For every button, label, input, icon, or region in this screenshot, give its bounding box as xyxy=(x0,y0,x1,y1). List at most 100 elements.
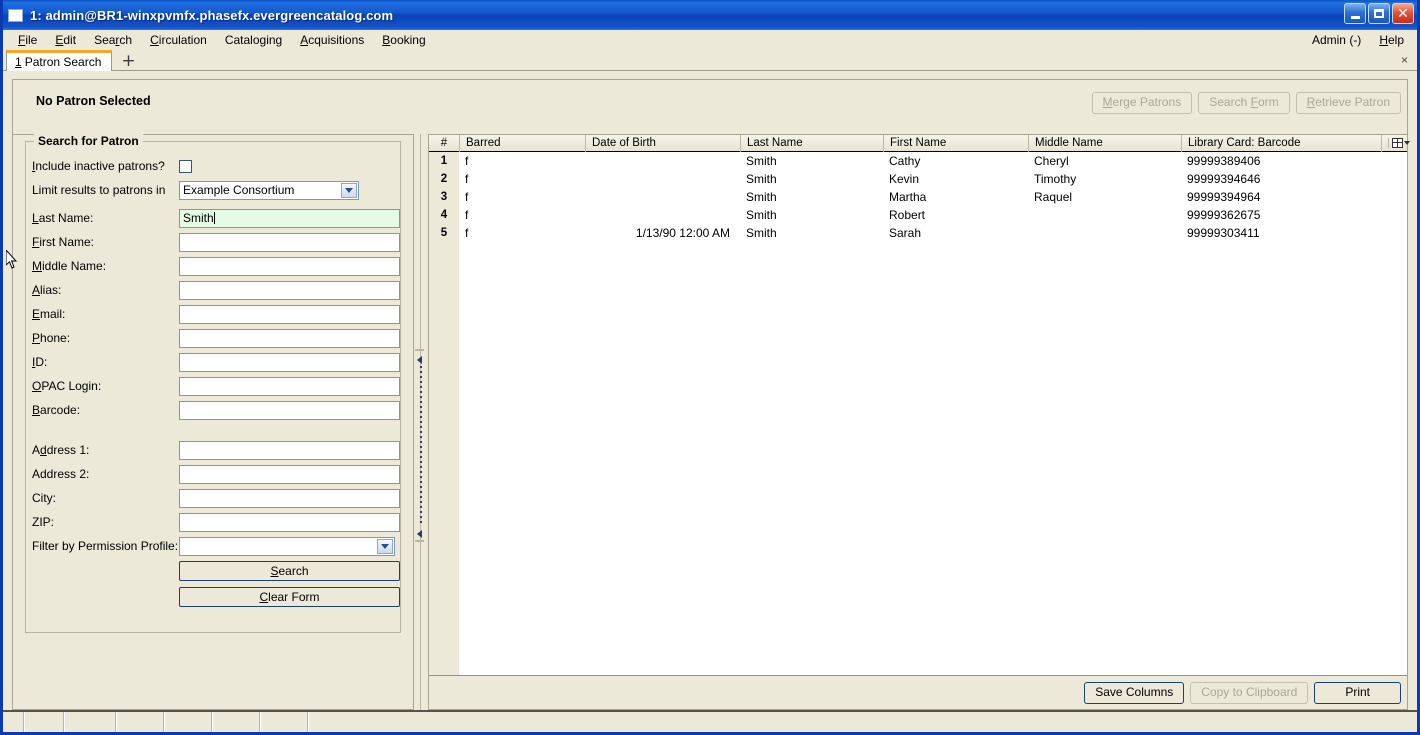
column-header-first[interactable]: First Name xyxy=(883,134,1028,152)
patron-search-form: Include inactive patrons? Limit results … xyxy=(26,154,400,610)
column-header-barred[interactable]: Barred xyxy=(459,134,585,152)
status-cell-main xyxy=(309,712,1417,732)
clear-form-button[interactable]: Clear Form xyxy=(179,587,400,607)
table-row[interactable]: 2 f Smith Kevin Timothy 99999394646 xyxy=(429,170,1407,188)
window-icon xyxy=(8,8,23,22)
search-for-patron-groupbox: Search for Patron Include inactive patro… xyxy=(25,134,401,633)
label-alias: Alias: xyxy=(32,283,62,297)
row-id: ID: xyxy=(26,350,400,374)
new-tab-button[interactable]: + xyxy=(121,53,135,70)
chevron-down-icon[interactable] xyxy=(377,538,393,554)
alias-input[interactable] xyxy=(179,280,400,300)
merge-patrons-button[interactable]: Merge Patrons xyxy=(1091,92,1193,114)
address-1-input[interactable] xyxy=(179,440,400,460)
menu-booking[interactable]: Booking xyxy=(373,32,434,48)
barcode-input[interactable] xyxy=(179,400,400,420)
label-zip: ZIP: xyxy=(32,515,55,529)
patron-status-title: No Patron Selected xyxy=(36,94,151,108)
search-form-button[interactable]: Search Form xyxy=(1198,92,1290,114)
column-header-dob[interactable]: Date of Birth xyxy=(585,134,740,152)
cell-idx: 4 xyxy=(429,206,459,224)
opac-login-input[interactable] xyxy=(179,376,400,396)
row-search-button: Search xyxy=(26,558,400,584)
collapse-left-icon-bottom[interactable] xyxy=(417,530,422,538)
phone-input[interactable] xyxy=(179,328,400,348)
menu-help[interactable]: Help xyxy=(1370,32,1413,48)
search-button[interactable]: Search xyxy=(179,561,400,581)
table-row[interactable]: 4 f Smith Robert 99999362675 xyxy=(429,206,1407,224)
limit-results-select[interactable]: Example Consortium xyxy=(179,180,359,200)
tab-patron-search[interactable]: 1 Patron Search xyxy=(6,50,113,71)
cell-barred: f xyxy=(465,208,469,222)
column-header-middle[interactable]: Middle Name xyxy=(1028,134,1181,152)
first-name-input[interactable] xyxy=(179,232,400,252)
menu-bar-right: Admin (-) Help xyxy=(1303,32,1413,48)
menu-admin[interactable]: Admin (-) xyxy=(1303,32,1370,48)
title-bar: 1: admin@BR1-winxpvmfx.phasefx.evergreen… xyxy=(3,0,1417,30)
label-first-name: First Name: xyxy=(32,235,95,249)
menu-search[interactable]: Search xyxy=(85,32,141,48)
table-row[interactable]: 3 f Smith Martha Raquel 99999394964 xyxy=(429,188,1407,206)
permission-profile-select[interactable] xyxy=(179,536,395,556)
status-cell-3 xyxy=(117,712,165,732)
column-picker-icon[interactable] xyxy=(1388,138,1412,148)
maximize-button[interactable] xyxy=(1368,3,1390,24)
splitter-grip-dots[interactable] xyxy=(420,366,422,526)
menu-acquisitions[interactable]: Acquisitions xyxy=(291,32,373,48)
table-row[interactable]: 1 f Smith Cathy Cheryl 99999389406 xyxy=(429,152,1407,170)
menu-circulation[interactable]: Circulation xyxy=(141,32,216,48)
banner-button-group: Merge Patrons Search Form Retrieve Patro… xyxy=(1091,92,1401,114)
close-button[interactable]: ✕ xyxy=(1392,3,1414,24)
retrieve-patron-button[interactable]: Retrieve Patron xyxy=(1295,92,1401,114)
print-button[interactable]: Print xyxy=(1314,681,1401,704)
zip-input[interactable] xyxy=(179,512,400,532)
results-table-body: 1 f Smith Cathy Cheryl 99999389406 2 f Smith Kevi… xyxy=(429,152,1407,675)
id-input[interactable] xyxy=(179,352,400,372)
column-header-spacer xyxy=(1381,134,1388,152)
copy-to-clipboard-button[interactable]: Copy to Clipboard xyxy=(1190,681,1309,704)
row-last-name: Last Name: Smith xyxy=(26,206,400,230)
results-table: # Barred Date of Birth Last Name First Name M… xyxy=(429,134,1410,676)
status-cell-0 xyxy=(3,712,25,732)
label-id: ID: xyxy=(32,355,48,369)
patron-banner: No Patron Selected Merge Patrons Search … xyxy=(12,79,1408,134)
cell-barcode: 99999394964 xyxy=(1187,190,1261,204)
label-address-2: Address 2: xyxy=(32,467,90,481)
address-2-input[interactable] xyxy=(179,464,400,484)
cell-first: Cathy xyxy=(889,154,921,168)
cell-dob xyxy=(585,152,740,170)
cell-barred: f xyxy=(465,190,469,204)
city-input[interactable] xyxy=(179,488,400,508)
split-panes: Search for Patron Include inactive patro… xyxy=(12,134,1410,710)
row-clear-button: Clear Form xyxy=(26,584,400,610)
collapse-left-icon[interactable] xyxy=(417,356,422,364)
save-columns-button[interactable]: Save Columns xyxy=(1084,681,1185,704)
menu-file[interactable]: File xyxy=(9,32,46,48)
chevron-down-icon[interactable] xyxy=(341,182,357,198)
grid-icon xyxy=(1391,138,1403,148)
cell-barcode: 99999394646 xyxy=(1187,172,1261,186)
column-header-idx[interactable]: # xyxy=(429,135,459,152)
maximize-icon xyxy=(1374,9,1384,18)
label-last-name: Last Name: xyxy=(32,211,94,225)
last-name-input[interactable]: Smith xyxy=(179,208,400,228)
search-pane: Search for Patron Include inactive patro… xyxy=(12,134,414,710)
cell-middle xyxy=(1028,224,1181,242)
application-window: 1: admin@BR1-winxpvmfx.phasefx.evergreen… xyxy=(0,0,1420,735)
email-input[interactable] xyxy=(179,304,400,324)
cell-last: Smith xyxy=(746,208,777,222)
menu-edit[interactable]: Edit xyxy=(46,32,85,48)
last-name-value: Smith xyxy=(183,210,214,225)
middle-name-input[interactable] xyxy=(179,256,400,276)
minimize-button[interactable] xyxy=(1344,3,1366,24)
column-header-last[interactable]: Last Name xyxy=(740,134,883,152)
column-header-barcode[interactable]: Library Card: Barcode xyxy=(1181,134,1381,152)
row-first-name: First Name: xyxy=(26,230,400,254)
status-bar xyxy=(3,710,1417,732)
menu-cataloging[interactable]: Cataloging xyxy=(216,32,291,48)
table-row[interactable]: 5 f 1/13/90 12:00 AM Smith Sarah 99999303411 xyxy=(429,224,1407,242)
pane-splitter[interactable] xyxy=(414,134,428,710)
include-inactive-checkbox[interactable] xyxy=(179,159,192,173)
cell-last: Smith xyxy=(746,154,777,168)
close-tab-icon[interactable]: × xyxy=(1401,53,1408,67)
